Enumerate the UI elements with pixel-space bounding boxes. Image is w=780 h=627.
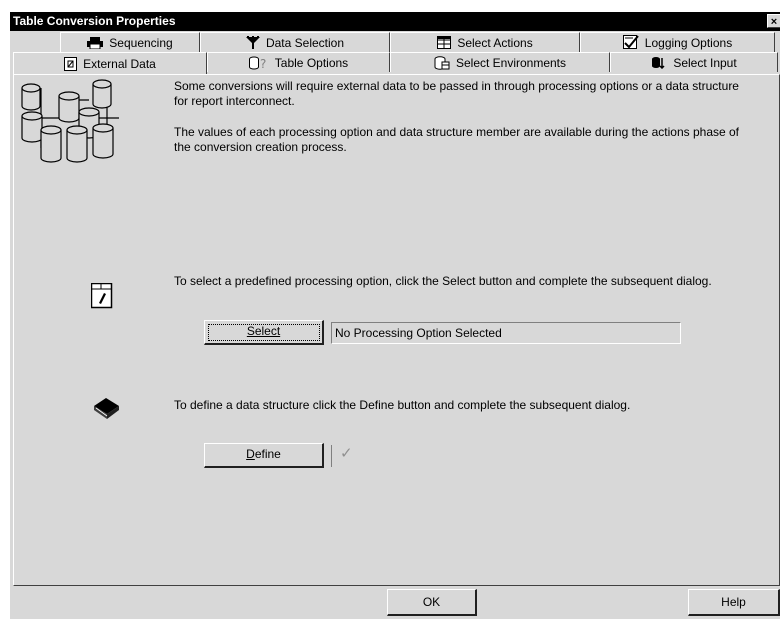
tab-table-options[interactable]: ? Table Options bbox=[207, 52, 390, 72]
intro-paragraph-1: Some conversions will require external d… bbox=[174, 79, 739, 108]
log-check-icon bbox=[622, 35, 639, 50]
tab-data-selection[interactable]: Data Selection bbox=[200, 32, 390, 52]
environment-icon bbox=[434, 55, 450, 70]
table-grid-icon bbox=[437, 36, 452, 49]
table-conversion-dialog: Table Conversion Properties × Sequencing… bbox=[9, 11, 780, 619]
tab-logging-options[interactable]: Logging Options bbox=[580, 32, 775, 52]
tab-label: Sequencing bbox=[109, 35, 173, 50]
define-label-rest: efine bbox=[254, 447, 281, 461]
close-button[interactable]: × bbox=[767, 14, 780, 28]
tab-label: Data Selection bbox=[265, 35, 345, 50]
tab-label: Logging Options bbox=[644, 35, 733, 50]
select-button-label: Select bbox=[246, 324, 281, 338]
tab-label: Select Actions bbox=[457, 35, 533, 50]
processing-option-icon bbox=[90, 282, 113, 312]
tab-label: Select Environments bbox=[455, 55, 567, 70]
dialog-title: Table Conversion Properties bbox=[13, 14, 176, 28]
funnel-icon bbox=[245, 35, 260, 50]
define-mnemonic: D bbox=[246, 447, 255, 461]
tab-label: External Data bbox=[83, 56, 156, 71]
tab-select-actions[interactable]: Select Actions bbox=[390, 32, 580, 52]
external-data-panel: Some conversions will require external d… bbox=[13, 74, 780, 586]
processing-option-instructions: To select a predefined processing option… bbox=[174, 274, 712, 288]
define-button[interactable]: Define bbox=[204, 443, 324, 468]
dialog-button-bar: OK Help bbox=[10, 587, 780, 620]
intro-paragraph-2: The values of each processing option and… bbox=[174, 125, 740, 154]
db-question-icon: ? bbox=[248, 56, 269, 70]
processing-option-field: No Processing Option Selected bbox=[331, 322, 681, 344]
check-mark-icon: ✓ bbox=[340, 445, 353, 462]
tab-select-input[interactable]: Select Input bbox=[610, 52, 778, 72]
define-separator bbox=[331, 445, 332, 467]
select-button[interactable]: Select bbox=[204, 320, 324, 345]
database-cluster-icon bbox=[19, 78, 129, 171]
tab-sequencing[interactable]: Sequencing bbox=[60, 32, 200, 52]
tab-external-data[interactable]: External Data bbox=[13, 52, 207, 74]
data-structure-instructions: To define a data structure click the Def… bbox=[174, 398, 631, 412]
external-doc-icon bbox=[64, 56, 78, 71]
tab-select-environments[interactable]: Select Environments bbox=[390, 52, 610, 72]
ok-button[interactable]: OK bbox=[387, 589, 477, 616]
svg-text:?: ? bbox=[260, 57, 266, 70]
tab-label: Table Options bbox=[274, 55, 349, 70]
help-button[interactable]: Help bbox=[688, 589, 780, 616]
printer-icon bbox=[87, 36, 104, 49]
title-bar: Table Conversion Properties × bbox=[10, 12, 780, 31]
tab-label: Select Input bbox=[673, 55, 737, 70]
data-structure-book-icon bbox=[94, 398, 120, 423]
input-db-icon bbox=[651, 56, 667, 69]
